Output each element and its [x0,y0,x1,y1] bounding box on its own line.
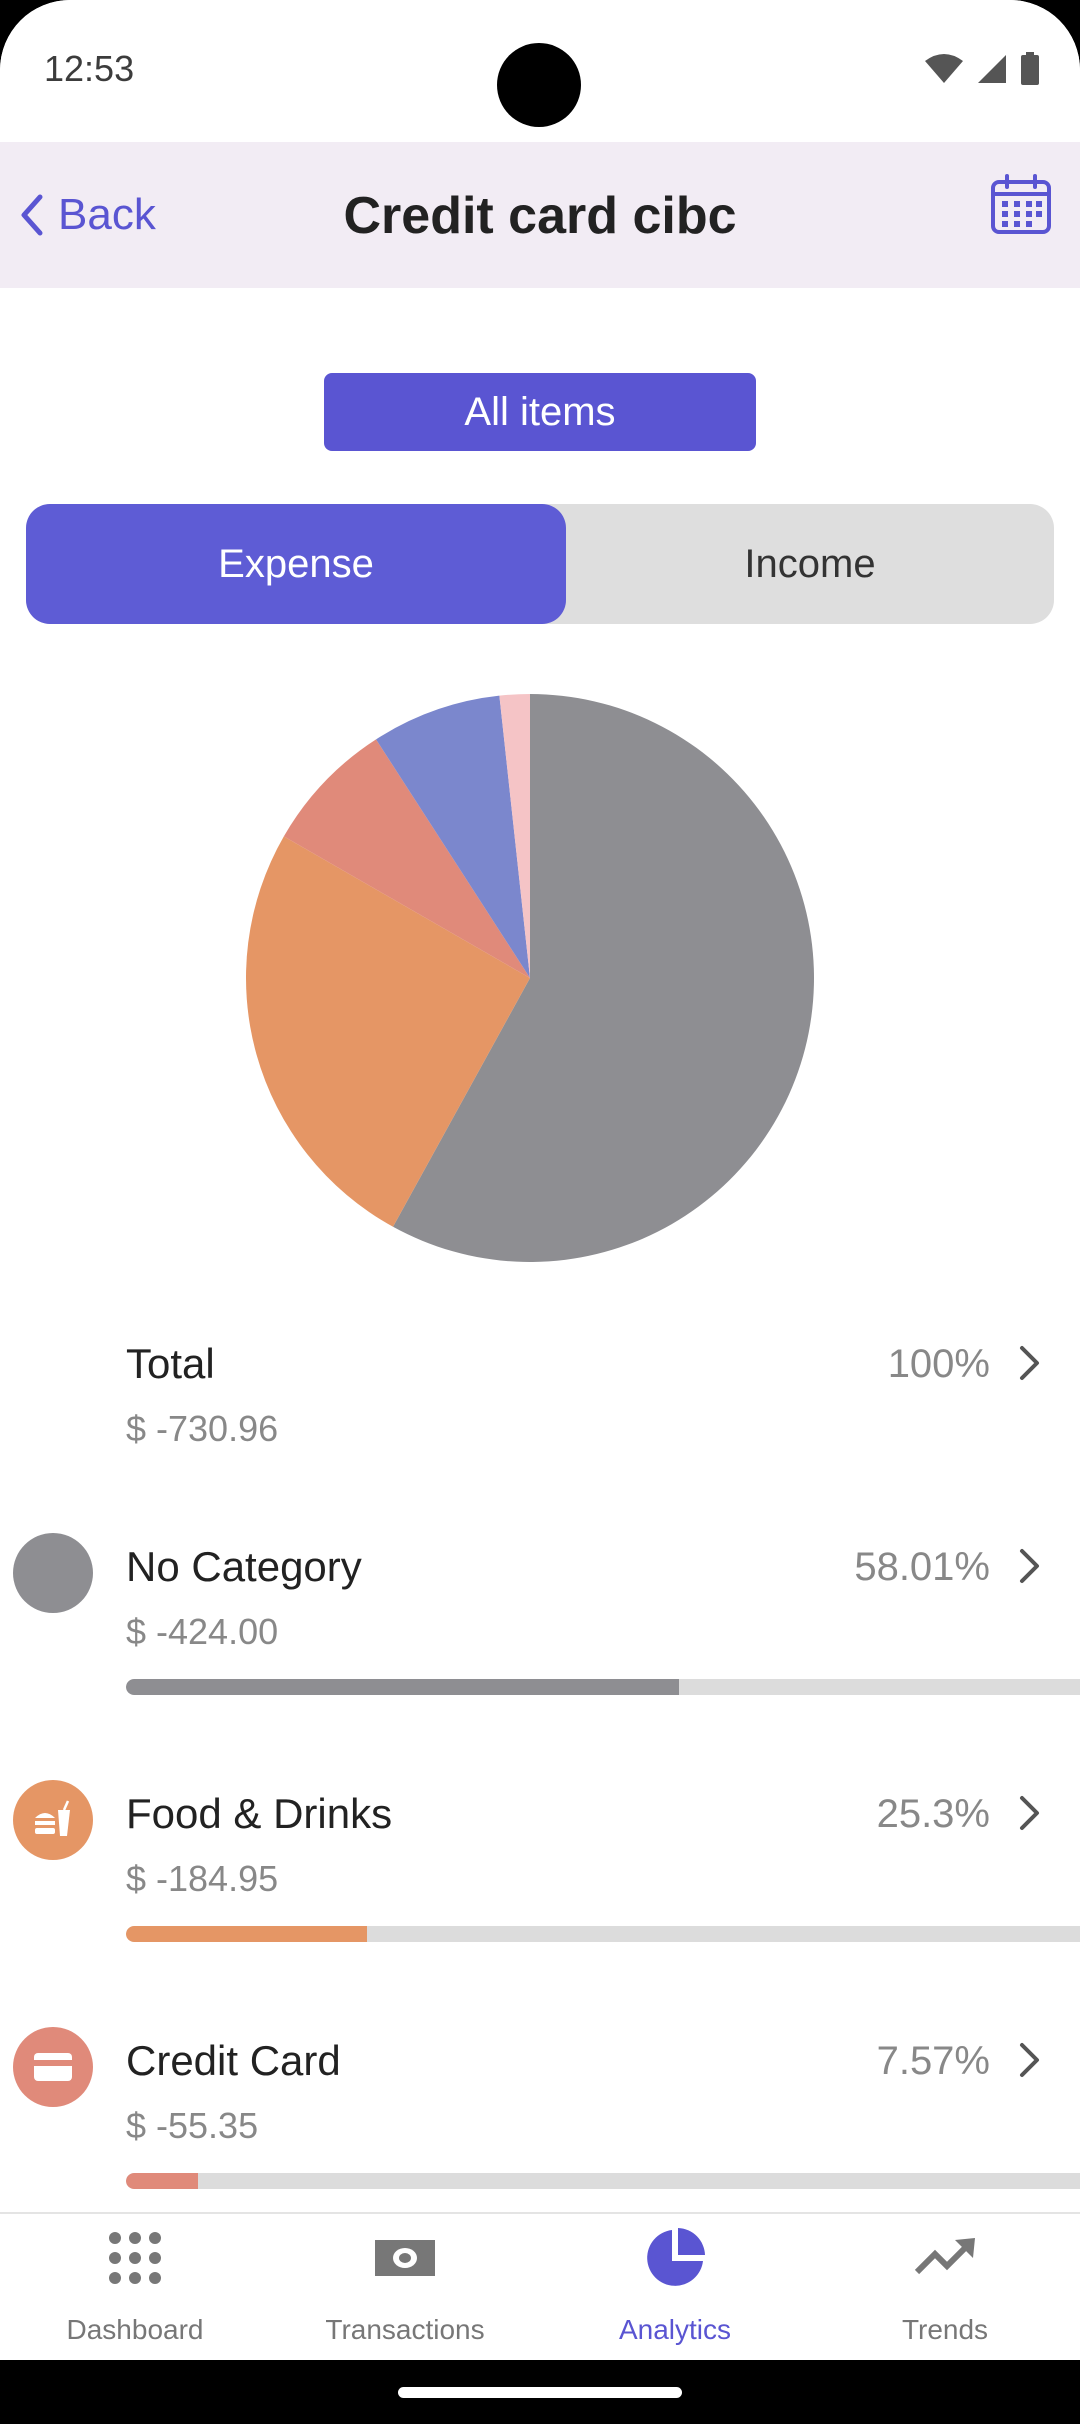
category-amount: $ -184.95 [126,1858,279,1899]
chevron-right-icon [1020,2043,1039,2077]
burger-drink-icon [35,1800,70,1836]
app-screen: 12:53 Back Credit card cibc All items Ex… [0,0,1080,2360]
trending-up-icon [914,2238,975,2275]
total-amount: $ -730.96 [126,1408,279,1449]
total-percent: 100% [887,1342,990,1386]
category-amount: $ -55.35 [126,2105,259,2146]
category-row-no-category[interactable]: No Category $ -424.00 58.01% [0,1533,1080,1703]
expense-tab[interactable]: Expense [26,504,566,624]
category-percent: 58.01% [854,1545,990,1589]
category-name: No Category [126,1543,362,1590]
status-bar: 12:53 [0,0,1080,142]
income-tab[interactable]: Income [566,504,1054,624]
chevron-right-icon [1020,1346,1039,1380]
app-header: Back Credit card cibc [0,142,1080,288]
wifi-icon [925,54,963,83]
nav-label: Analytics [618,2314,732,2345]
nav-analytics[interactable]: Analytics [540,2214,810,2360]
circle-icon [13,1533,93,1613]
home-indicator[interactable] [398,2387,682,2398]
progress-fill [126,2173,199,2189]
nav-label: Transactions [325,2314,485,2345]
food-drinks-icon [13,1780,93,1860]
dashboard-grid-icon [109,2232,161,2284]
chevron-right-icon [1020,1549,1039,1583]
progress-fill [126,1679,680,1695]
total-label: Total [126,1340,215,1387]
nav-label: Trends [901,2314,989,2345]
calendar-icon[interactable] [990,174,1052,236]
nav-trends[interactable]: Trends [810,2214,1080,2360]
credit-card-icon [13,2027,93,2107]
status-icons [924,52,1040,86]
category-row-food-drinks[interactable]: Food & Drinks $ -184.95 25.3% [0,1780,1080,1950]
category-name: Food & Drinks [126,1790,393,1837]
nav-label: Dashboard [66,2314,204,2345]
camera-cutout [497,43,581,127]
category-amount: $ -424.00 [126,1611,279,1652]
progress-fill [126,1926,368,1942]
page-title: Credit card cibc [343,187,737,245]
nav-dashboard[interactable]: Dashboard [0,2214,270,2360]
signal-icon [978,55,1006,83]
progress-track [126,1926,1080,1942]
category-name: Credit Card [126,2037,341,2084]
nav-transactions[interactable]: Transactions [270,2214,540,2360]
progress-track [126,1679,1080,1695]
category-percent: 7.57% [876,2039,990,2083]
chevron-right-icon [1020,1796,1039,1830]
battery-icon [1021,52,1039,85]
pie-chart-icon [647,2228,705,2286]
category-row-credit-card[interactable]: Credit Card $ -55.35 7.57% [0,2027,1080,2197]
progress-track [126,2173,1080,2189]
all-items-button[interactable]: All items [324,373,756,451]
bottom-navigation: Dashboard Transactions Analytics Trends [0,2212,1080,2360]
expense-pie-chart [246,694,814,1262]
category-percent: 25.3% [876,1792,990,1836]
card-glyph-icon [34,2053,72,2081]
expense-income-toggle: Expense Income [26,504,1054,624]
total-row[interactable]: Total $ -730.96 100% [0,1330,1080,1490]
cash-icon [375,2240,435,2276]
status-time: 12:53 [44,48,135,89]
